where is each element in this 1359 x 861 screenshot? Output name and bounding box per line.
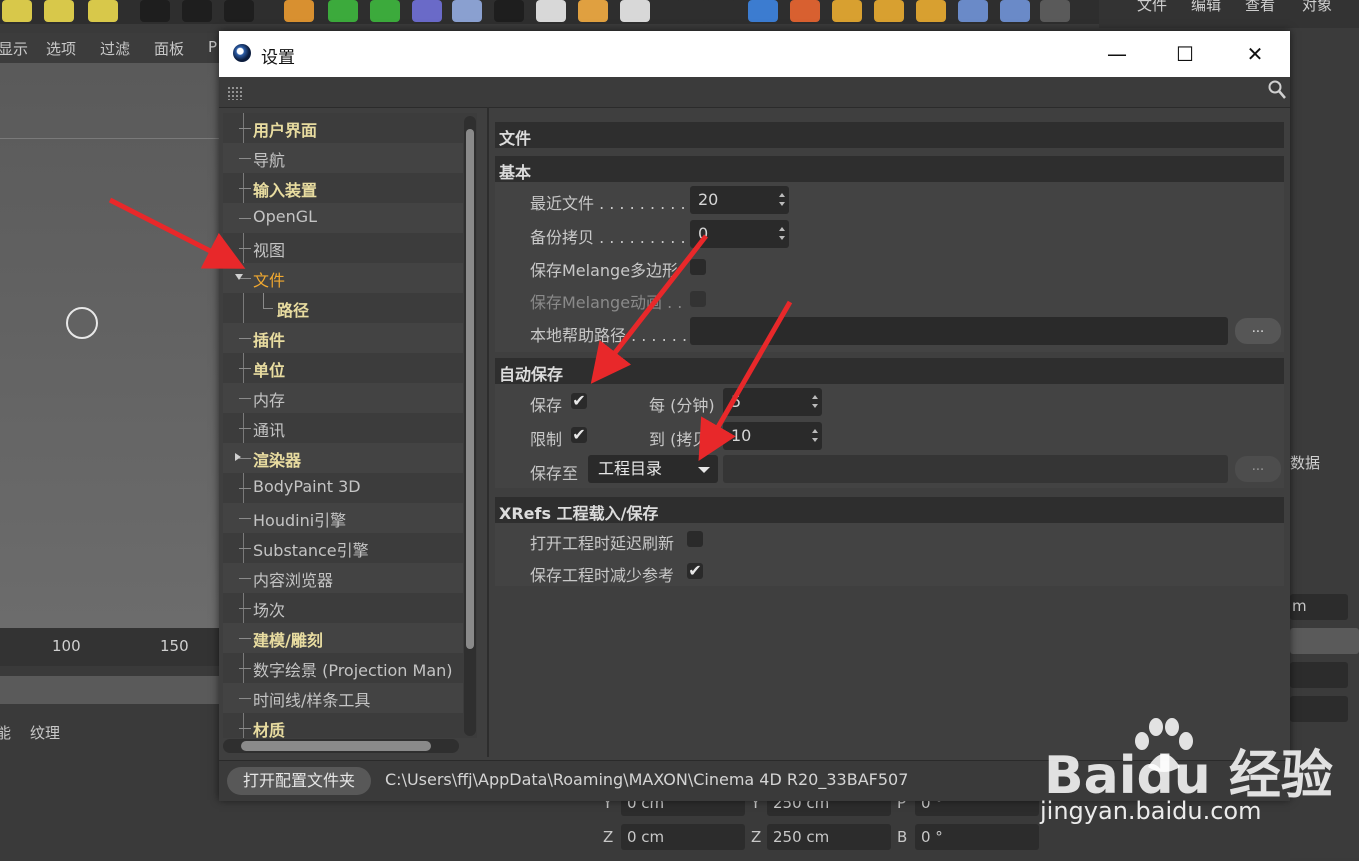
watermark-url: jingyan.baidu.com [1040,797,1262,825]
arrow-to-file-item [108,197,246,269]
baidu-watermark: Baidu 经验 jingyan.baidu.com [1040,715,1340,835]
arrow-to-copies [698,300,793,462]
arrow-to-autosave [590,234,708,384]
